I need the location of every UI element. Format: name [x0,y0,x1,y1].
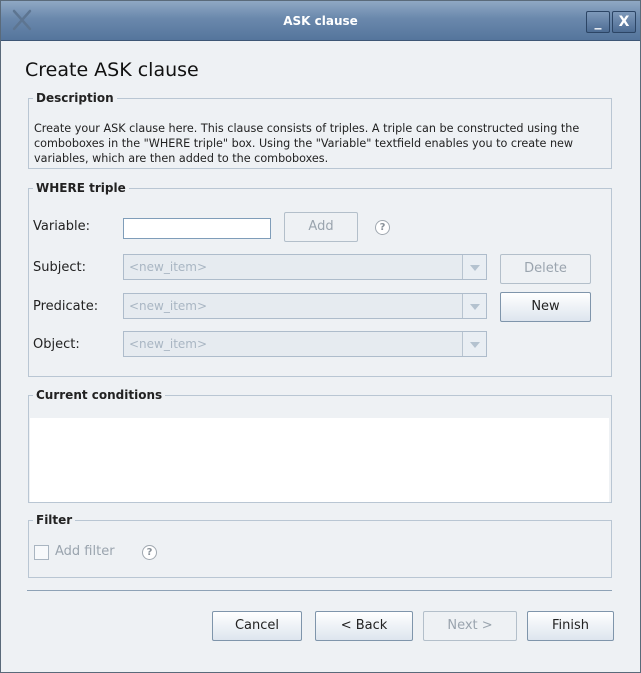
back-button[interactable]: < Back [315,611,413,641]
next-button[interactable]: Next > [423,611,517,641]
subject-combobox-value: <new_item> [129,260,208,274]
filter-legend: Filter [36,513,73,527]
minimize-button[interactable]: _ [586,11,610,33]
filter-group: Filter Add filter ? [28,513,612,578]
footer-separator [27,590,612,591]
add-button[interactable]: Add [284,212,358,242]
predicate-dropdown-arrow-icon[interactable] [462,294,486,318]
subject-combobox[interactable]: <new_item> [123,254,487,280]
description-text: Create your ASK clause here. This clause… [34,122,580,165]
current-conditions-legend: Current conditions [36,388,163,402]
filter-help-icon[interactable]: ? [142,545,157,560]
add-filter-checkbox[interactable] [34,545,49,560]
predicate-label: Predicate: [33,299,99,314]
variable-label: Variable: [33,219,91,234]
title-bar[interactable]: ASK clause _ X [1,1,640,41]
page-title: Create ASK clause [25,59,199,81]
predicate-combobox-value: <new_item> [129,299,208,313]
description-legend: Description [36,91,114,105]
dialog-window: ASK clause _ X Create ASK clause Descrip… [0,0,641,673]
variable-input[interactable] [123,218,271,239]
predicate-combobox[interactable]: <new_item> [123,293,487,319]
new-button[interactable]: New [500,292,591,322]
variable-help-icon[interactable]: ? [375,220,390,235]
object-dropdown-arrow-icon[interactable] [462,332,486,356]
where-triple-legend: WHERE triple [36,181,126,195]
add-filter-label: Add filter [55,544,115,559]
current-conditions-group: Current conditions [28,388,612,503]
subject-dropdown-arrow-icon[interactable] [462,255,486,279]
cancel-button[interactable]: Cancel [212,611,302,641]
description-group: Description Create your ASK clause here.… [28,91,612,169]
window-title: ASK clause [283,14,358,28]
close-button[interactable]: X [612,11,636,33]
object-label: Object: [33,337,80,352]
delete-button[interactable]: Delete [500,254,591,284]
where-triple-group: WHERE triple Variable: Add ? Subject: <n… [28,181,612,377]
object-combobox[interactable]: <new_item> [123,331,487,357]
subject-label: Subject: [33,260,86,275]
conditions-list[interactable] [30,418,609,502]
finish-button[interactable]: Finish [527,611,614,641]
object-combobox-value: <new_item> [129,337,208,351]
